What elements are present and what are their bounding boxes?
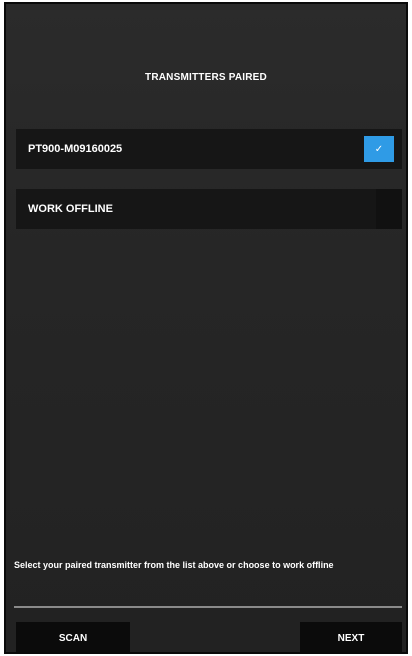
next-button[interactable]: NEXT	[300, 622, 402, 652]
transmitter-label: PT900-M09160025	[28, 143, 123, 155]
work-offline-list-item[interactable]: WORK OFFLINE	[16, 189, 402, 229]
work-offline-label: WORK OFFLINE	[28, 203, 113, 215]
checkmark-icon[interactable]: ✓	[364, 136, 394, 162]
app-screen: TRANSMITTERS PAIRED PT900-M09160025 ✓ WO…	[4, 2, 408, 654]
scan-button[interactable]: SCAN	[16, 622, 130, 652]
transmitter-list-item[interactable]: PT900-M09160025 ✓	[16, 129, 402, 169]
divider	[14, 606, 402, 608]
row-end-block	[376, 189, 402, 229]
helper-text: Select your paired transmitter from the …	[14, 560, 334, 570]
page-title: TRANSMITTERS PAIRED	[145, 72, 267, 83]
